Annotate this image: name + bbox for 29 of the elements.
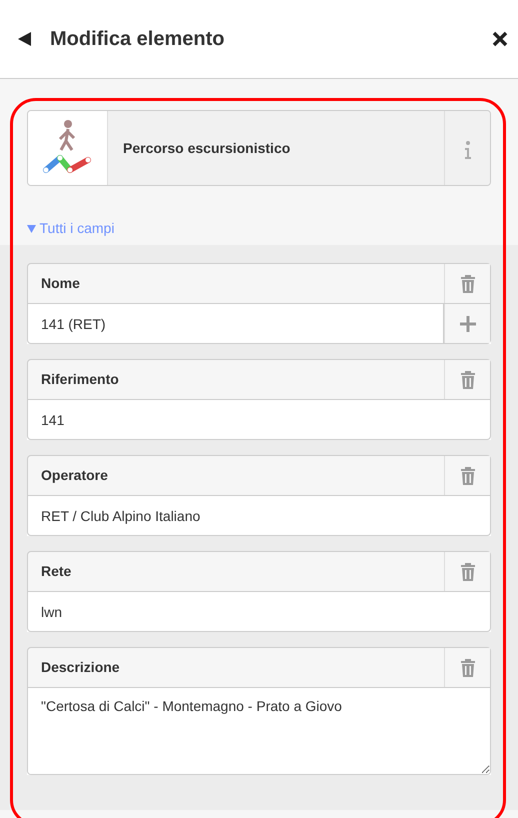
delete-button[interactable] [444, 648, 490, 687]
panel-title: Modifica elemento [50, 27, 226, 52]
text-area[interactable]: "Certosa di Calci" - Montemagno - Prato a Giovo [27, 688, 491, 775]
field-label: Nome [40, 274, 81, 293]
trash-icon [460, 562, 476, 580]
delete-button[interactable] [444, 552, 490, 591]
text-field[interactable]: 141 (RET) [27, 304, 444, 344]
trash-icon [460, 466, 476, 484]
field-label: Riferimento [40, 370, 120, 389]
text-field[interactable]: RET / Club Alpino Italiano [27, 496, 491, 536]
trash-icon [460, 274, 476, 292]
delete-button[interactable] [444, 264, 490, 303]
text-field[interactable]: lwn [27, 592, 491, 632]
delete-button[interactable] [444, 360, 490, 399]
field-label: Rete [40, 562, 72, 581]
preset-name: Percorso escursionistico [123, 138, 290, 158]
close-icon [492, 31, 508, 47]
text-field[interactable]: 141 [27, 400, 491, 440]
field-label: Descrizione [40, 658, 121, 677]
back-icon [18, 32, 32, 46]
add-button[interactable] [444, 304, 490, 343]
trash-icon [460, 658, 476, 676]
disclosure-icon [27, 224, 36, 233]
preset-card[interactable]: Percorso escursionistico [27, 110, 491, 186]
plus-icon [460, 316, 476, 332]
trash-icon [460, 370, 476, 388]
field-label: Operatore [40, 466, 109, 485]
info-icon [464, 141, 472, 160]
delete-button[interactable] [444, 456, 490, 495]
